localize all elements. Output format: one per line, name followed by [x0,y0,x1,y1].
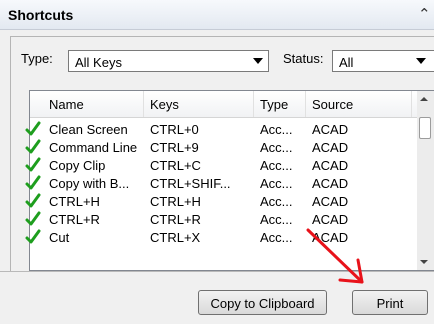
cell-type: Acc... [260,230,293,245]
status-select-value: All [339,55,354,70]
panel-header: Shortcuts ⌃ [0,0,434,30]
cell-type: Acc... [260,158,293,173]
cell-source: ACAD [312,122,349,137]
table-row[interactable]: CTRL+H CTRL+H Acc... ACAD [30,193,420,211]
cell-type: Acc... [260,176,293,191]
checkmark-icon [25,211,41,226]
table-header: Name Keys Type Source [30,91,434,118]
cell-keys: CTRL+H [150,194,201,209]
column-divider[interactable] [305,91,306,117]
cell-type: Acc... [260,140,293,155]
column-divider[interactable] [143,91,144,117]
scrollbar-thumb[interactable] [419,117,431,139]
cell-name: CTRL+H [49,194,100,209]
checkmark-icon [25,139,41,154]
collapse-icon[interactable]: ⌃ [418,5,431,23]
type-select-value: All Keys [75,55,122,70]
cell-name: Clean Screen [49,122,128,137]
type-select[interactable]: All Keys [68,50,269,72]
panel-title: Shortcuts [8,7,74,23]
column-header-keys[interactable]: Keys [150,97,179,112]
cell-source: ACAD [312,176,349,191]
cell-source: ACAD [312,230,349,245]
vertical-scrollbar[interactable] [417,91,434,270]
cell-name: CTRL+R [49,212,100,227]
checkmark-icon [25,157,41,172]
cell-name: Copy with B... [49,176,130,191]
type-label: Type: [21,51,53,66]
cell-type: Acc... [260,212,293,227]
cell-type: Acc... [260,194,293,209]
checkmark-icon [25,229,41,244]
column-divider[interactable] [411,91,412,117]
cell-name: Command Line [49,140,138,155]
cell-keys: CTRL+C [150,158,201,173]
shortcuts-list[interactable]: Name Keys Type Source Clean Screen CTRL+0… [29,90,434,271]
checkmark-icon [25,193,41,208]
cell-name: Cut [49,230,70,245]
chevron-down-icon [253,58,263,64]
checkmark-icon [25,175,41,190]
cell-keys: CTRL+R [150,212,201,227]
scroll-up-icon[interactable] [420,97,428,101]
table-row[interactable]: CTRL+R CTRL+R Acc... ACAD [30,211,420,229]
cell-type: Acc... [260,122,293,137]
cell-keys: CTRL+X [150,230,201,245]
column-header-type[interactable]: Type [260,97,288,112]
checkmark-icon [25,121,41,136]
cell-name: Copy Clip [49,158,106,173]
column-header-source[interactable]: Source [312,97,353,112]
cell-source: ACAD [312,140,349,155]
cell-keys: CTRL+SHIF... [150,176,231,191]
table-row[interactable]: Copy Clip CTRL+C Acc... ACAD [30,157,420,175]
column-divider[interactable] [253,91,254,117]
cell-source: ACAD [312,212,349,227]
status-select[interactable]: All [332,50,434,72]
copy-to-clipboard-button[interactable]: Copy to Clipboard [198,290,327,315]
cell-keys: CTRL+0 [150,122,199,137]
chevron-down-icon [416,58,426,64]
table-row[interactable]: Cut CTRL+X Acc... ACAD [30,229,420,247]
status-label: Status: [283,51,324,66]
cell-keys: CTRL+9 [150,140,199,155]
table-row[interactable]: Command Line CTRL+9 Acc... ACAD [30,139,420,157]
scroll-down-icon[interactable] [420,260,428,264]
print-button[interactable]: Print [352,290,428,315]
panel-footer: Copy to Clipboard Print [0,271,434,324]
table-row[interactable]: Copy with B... CTRL+SHIF... Acc... ACAD [30,175,420,193]
column-header-name[interactable]: Name [49,97,84,112]
cell-source: ACAD [312,158,349,173]
table-row[interactable]: Clean Screen CTRL+0 Acc... ACAD [30,121,420,139]
cell-source: ACAD [312,194,349,209]
